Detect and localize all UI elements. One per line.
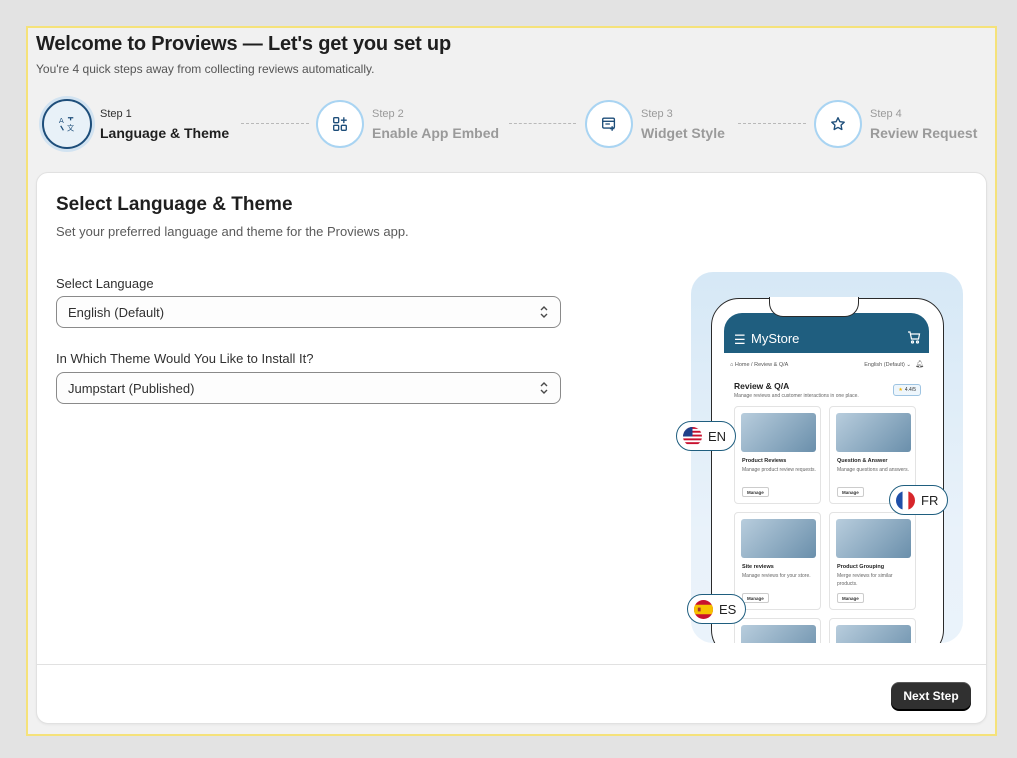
language-select-value: English (Default) bbox=[68, 304, 165, 320]
feature-card-partial bbox=[829, 618, 916, 643]
step-label: Language & Theme bbox=[100, 124, 230, 141]
pill-label: EN bbox=[708, 428, 727, 444]
store-name: MyStore bbox=[751, 331, 800, 346]
card-thumbnail bbox=[741, 519, 816, 558]
star-icon bbox=[814, 100, 862, 148]
pill-label: FR bbox=[921, 492, 939, 508]
step-number: Step 2 bbox=[372, 107, 404, 120]
rating-badge: ★ 4.4/5 bbox=[893, 384, 921, 396]
card-title: Select Language & Theme bbox=[56, 194, 293, 215]
step-connector bbox=[738, 123, 806, 124]
page-subtitle: You're 4 quick steps away from collectin… bbox=[36, 62, 375, 76]
step-label: Widget Style bbox=[641, 124, 725, 141]
store-header: ☰ MyStore bbox=[724, 313, 929, 353]
feature-card-product-reviews: Product Reviews Manage product review re… bbox=[734, 406, 821, 504]
pill-label: ES bbox=[719, 601, 737, 617]
translate-icon: A文 bbox=[42, 99, 92, 149]
phone-frame: ☰ MyStore ⌂ Home / Review & Q/A English … bbox=[711, 297, 944, 643]
settings-card: Select Language & Theme Set your preferr… bbox=[36, 172, 987, 724]
star-icon: ★ bbox=[898, 387, 903, 393]
step-review-request[interactable]: Step 4 Review Request bbox=[814, 94, 977, 154]
card-thumbnail bbox=[741, 625, 816, 643]
card-thumbnail bbox=[836, 625, 911, 643]
window-edit-icon bbox=[585, 100, 633, 148]
breadcrumb: ⌂ Home / Review & Q/A bbox=[730, 362, 789, 368]
svg-text:文: 文 bbox=[67, 123, 74, 132]
card-subtitle: Set your preferred language and theme fo… bbox=[56, 224, 409, 239]
step-language-theme[interactable]: A文 Step 1 Language & Theme bbox=[42, 94, 229, 154]
step-number: Step 1 bbox=[100, 107, 132, 120]
theme-label: In Which Theme Would You Like to Install… bbox=[56, 351, 314, 366]
card-thumbnail bbox=[836, 413, 911, 452]
step-enable-app-embed[interactable]: Step 2 Enable App Embed bbox=[316, 94, 499, 154]
chevron-updown-icon bbox=[540, 306, 548, 318]
apps-add-icon bbox=[316, 100, 364, 148]
mini-language-select: English (Default) ⌄ bbox=[864, 362, 911, 368]
theme-select[interactable]: Jumpstart (Published) bbox=[56, 372, 561, 404]
step-label: Review Request bbox=[870, 124, 978, 141]
language-select[interactable]: English (Default) bbox=[56, 296, 561, 328]
menu-icon: ☰ bbox=[734, 332, 746, 347]
language-label: Select Language bbox=[56, 276, 154, 291]
step-connector bbox=[509, 123, 576, 124]
step-label: Enable App Embed bbox=[372, 124, 500, 141]
language-pill-en: EN bbox=[676, 421, 737, 451]
fr-flag-icon bbox=[896, 490, 915, 510]
language-pill-fr: FR bbox=[889, 485, 949, 515]
us-flag-icon bbox=[683, 426, 702, 446]
card-footer-divider bbox=[37, 664, 986, 665]
stepper: A文 Step 1 Language & Theme Step 2 Enable… bbox=[28, 94, 999, 154]
feature-card-site-reviews: Site reviews Manage reviews for your sto… bbox=[734, 512, 821, 610]
next-step-button[interactable]: Next Step bbox=[891, 682, 971, 709]
step-number: Step 4 bbox=[870, 107, 902, 120]
step-number: Step 3 bbox=[641, 107, 673, 120]
feature-card-product-grouping: Product Grouping Merge reviews for simil… bbox=[829, 512, 916, 610]
phone-illustration: ☰ MyStore ⌂ Home / Review & Q/A English … bbox=[691, 272, 963, 643]
setup-frame: Welcome to Proviews — Let's get you set … bbox=[26, 26, 997, 736]
section-title: Review & Q/A bbox=[734, 381, 790, 391]
bell-icon: 🔔︎ bbox=[915, 361, 924, 368]
card-thumbnail bbox=[741, 413, 816, 452]
step-widget-style[interactable]: Step 3 Widget Style bbox=[585, 94, 725, 154]
phone-notch bbox=[769, 297, 859, 317]
chevron-updown-icon bbox=[540, 382, 548, 394]
svg-text:A: A bbox=[59, 116, 64, 125]
page-title: Welcome to Proviews — Let's get you set … bbox=[36, 33, 451, 55]
section-subtitle: Manage reviews and customer interactions… bbox=[734, 393, 859, 399]
card-thumbnail bbox=[836, 519, 911, 558]
language-pill-es: ES bbox=[687, 594, 747, 624]
theme-select-value: Jumpstart (Published) bbox=[68, 380, 195, 396]
es-flag-icon bbox=[694, 599, 713, 619]
step-connector bbox=[241, 123, 309, 124]
cart-icon bbox=[908, 331, 921, 344]
phone-screen: ☰ MyStore ⌂ Home / Review & Q/A English … bbox=[724, 313, 929, 643]
feature-card-partial bbox=[734, 618, 821, 643]
